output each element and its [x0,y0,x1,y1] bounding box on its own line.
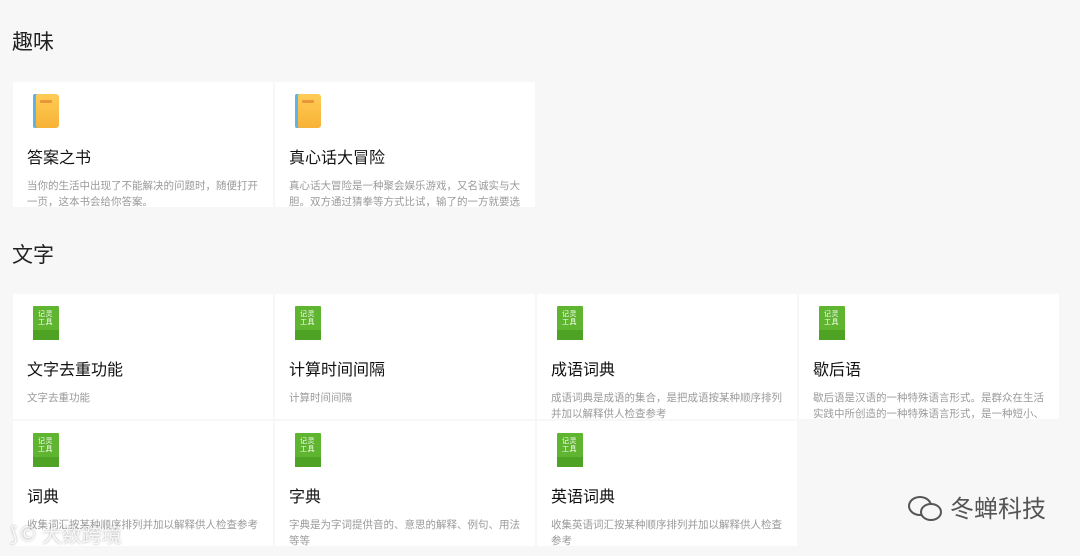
text-grid: 记灵 工具 文字去重功能 文字去重功能 记灵 工具 计算时间间隔 计算时间间隔 记灵… [13,294,1059,546]
tool-icon: 记灵 工具 [819,306,845,340]
tool-card-idiom-dictionary[interactable]: 记灵 工具 成语词典 成语词典是成语的集合，是把成语按某种顺序排列并加以解释供人检… [537,294,797,419]
card-title: 英语词典 [551,487,616,506]
card-title: 真心话大冒险 [289,148,386,167]
section-title-fun: 趣味 [12,30,54,54]
tool-card-time-interval[interactable]: 记灵 工具 计算时间间隔 计算时间间隔 [275,294,535,419]
wechat-icon [908,494,942,521]
card-desc: 计算时间间隔 [289,392,352,404]
tool-card-xiehouyu[interactable]: 记灵 工具 歇后语 歇后语是汉语的一种特殊语言形式。是群众在生活实践中所创造的一种… [799,294,1059,419]
card-desc: 成语词典是成语的集合，是把成语按某种顺序排列并加以解释供人检查参考 [551,392,782,419]
book-icon [33,94,59,128]
card-desc: 收集英语词汇按某种顺序排列并加以解释供人检查参考 [551,519,782,546]
watermark-right-text: 冬蝉科技 [950,495,1046,523]
card-desc: 真心话大冒险是一种聚会娱乐游戏，又名诚实与大胆。双方通过猜拳等方式比试，输了的一… [289,180,520,207]
tool-icon: 记灵 工具 [33,306,59,340]
watermark-left-text: 大数跨境 [41,523,122,547]
fun-grid: 答案之书 当你的生活中出现了不能解决的问题时，随便打开一页，这本书会给你答案。 … [13,82,1059,207]
tool-icon: 记灵 工具 [557,306,583,340]
card-desc: 歇后语是汉语的一种特殊语言形式。是群众在生活实践中所创造的一种特殊语言形式，是一… [813,392,1044,419]
card-title: 计算时间间隔 [289,360,386,379]
card-title: 文字去重功能 [27,360,124,379]
tool-card-english-dictionary[interactable]: 记灵 工具 英语词典 收集英语词汇按某种顺序排列并加以解释供人检查参考 [537,421,797,546]
tool-card-truth-or-dare[interactable]: 真心话大冒险 真心话大冒险是一种聚会娱乐游戏，又名诚实与大胆。双方通过猜拳等方式… [275,82,535,207]
tool-icon: 记灵 工具 [295,433,321,467]
card-title: 答案之书 [27,148,92,167]
book-icon [295,94,321,128]
tool-card-text-dedupe[interactable]: 记灵 工具 文字去重功能 文字去重功能 [13,294,273,419]
card-desc: 字典是为字词提供音的、意思的解释、例句、用法等等 [289,519,520,546]
card-title: 成语词典 [551,360,616,379]
card-desc: 当你的生活中出现了不能解决的问题时，随便打开一页，这本书会给你答案。 [27,180,258,207]
watermark-right: 冬蝉科技 [908,489,1046,524]
watermark-left: ⟆© 大数跨境 [10,519,122,548]
card-desc: 文字去重功能 [27,392,90,404]
section-title-text: 文字 [12,243,54,267]
tool-icon: 记灵 工具 [33,433,59,467]
tool-icon: 记灵 工具 [557,433,583,467]
card-title: 歇后语 [813,360,862,379]
tool-card-answer-book[interactable]: 答案之书 当你的生活中出现了不能解决的问题时，随便打开一页，这本书会给你答案。 [13,82,273,207]
swirl-icon: ⟆© [10,521,38,546]
card-title: 字典 [289,487,322,506]
tool-card-character-dictionary[interactable]: 记灵 工具 字典 字典是为字词提供音的、意思的解释、例句、用法等等 [275,421,535,546]
tool-icon: 记灵 工具 [295,306,321,340]
card-title: 词典 [27,487,60,506]
